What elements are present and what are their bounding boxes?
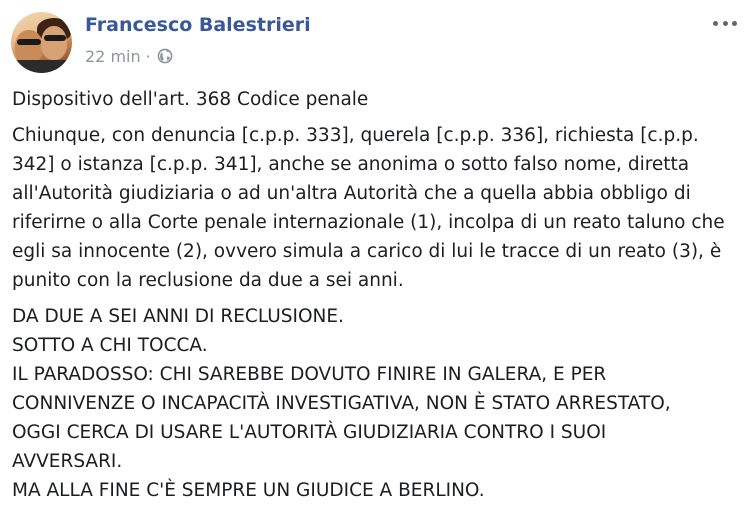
facebook-post: Francesco Balestrieri 22 min · Dispositi… — [0, 0, 747, 519]
post-paragraph-caps: DA DUE A SEI ANNI DI RECLUSIONE. SOTTO A… — [12, 302, 737, 505]
meta-separator: · — [145, 46, 151, 66]
more-options-icon[interactable] — [713, 17, 737, 29]
globe-icon[interactable] — [157, 48, 173, 64]
caps-line: SOTTO A CHI TOCCA. — [12, 335, 208, 356]
caps-line: DA DUE A SEI ANNI DI RECLUSIONE. — [12, 306, 344, 327]
avatar-sunglasses-left — [17, 39, 41, 45]
caps-line: IL PARADOSSO: CHI SAREBBE DOVUTO FINIRE … — [12, 364, 607, 385]
caps-line: MA ALLA FINE C'È SEMPRE UN GIUDICE A BER… — [12, 480, 485, 501]
post-paragraph-article: Chiunque, con denuncia [c.p.p. 333], que… — [12, 125, 725, 291]
avatar-face-right — [41, 26, 67, 60]
more-dot — [732, 20, 737, 26]
author-avatar[interactable] — [11, 12, 72, 73]
more-dot — [713, 20, 718, 26]
caps-line: CONNIVENZE O INCAPACITÀ INVESTIGATIVA, N… — [12, 393, 671, 414]
author-name[interactable]: Francesco Balestrieri — [85, 12, 311, 38]
caps-line: OGGI CERCA DI USARE L'AUTORITÀ GIUDIZIAR… — [12, 422, 607, 443]
post-body: Dispositivo dell'art. 368 Codice penale … — [12, 85, 737, 505]
caps-line: AVVERSARI. — [12, 451, 123, 472]
post-timestamp[interactable]: 22 min — [85, 47, 141, 66]
more-dot — [722, 20, 728, 26]
avatar-sunglasses-right — [44, 35, 66, 41]
post-meta: 22 min · — [85, 45, 173, 67]
avatar-shirt — [11, 60, 72, 73]
avatar-face-left — [15, 30, 43, 64]
post-paragraph-title: Dispositivo dell'art. 368 Codice penale — [12, 89, 369, 110]
